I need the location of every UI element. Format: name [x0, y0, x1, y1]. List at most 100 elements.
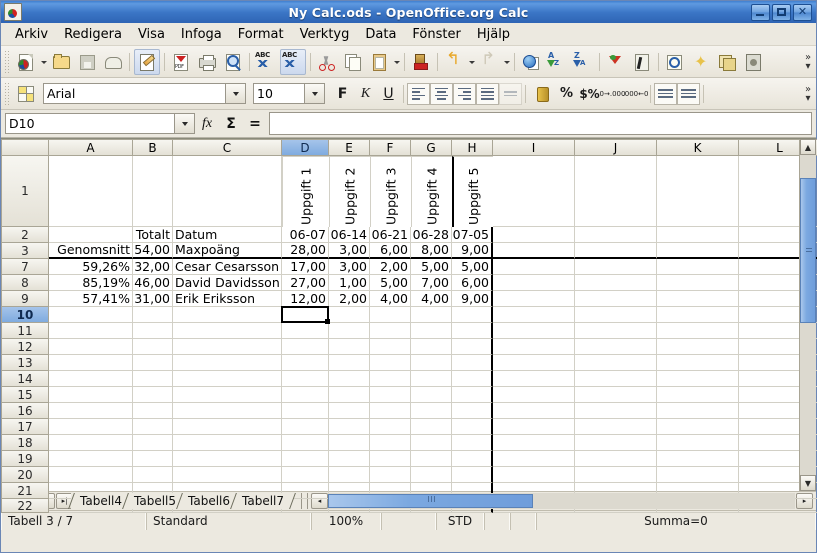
merge-cells-button[interactable] — [499, 82, 522, 105]
row-header-13[interactable]: 13 — [1, 355, 49, 371]
cell-K20[interactable] — [657, 467, 739, 483]
font-size-input[interactable] — [254, 84, 304, 103]
edit-file-icon[interactable] — [134, 48, 160, 75]
row-header-1[interactable]: 1 — [1, 156, 49, 227]
cell-K14[interactable] — [657, 371, 739, 387]
cell-I9[interactable] — [493, 291, 575, 307]
cell-B10[interactable] — [133, 307, 173, 323]
maximize-button[interactable] — [772, 3, 791, 21]
cell-G12[interactable] — [411, 339, 452, 355]
cell-K8[interactable] — [657, 275, 739, 291]
redo-icon[interactable] — [477, 50, 501, 74]
cell-A14[interactable] — [49, 371, 133, 387]
cell-J13[interactable] — [575, 355, 657, 371]
cell-D3[interactable]: 28,00 — [282, 243, 329, 259]
cell-J9[interactable] — [575, 291, 657, 307]
cell-E1[interactable]: Uppgift 2 — [329, 156, 370, 227]
row-header-3[interactable]: 3 — [1, 243, 49, 259]
delete-decimal-button[interactable]: .000←0 — [623, 83, 649, 105]
cell-E10[interactable] — [329, 307, 370, 323]
column-header-b[interactable]: B — [133, 139, 173, 156]
cell-C17[interactable] — [173, 419, 282, 435]
bold-button[interactable]: F — [331, 83, 354, 105]
font-name-combo[interactable] — [43, 83, 226, 104]
cell-A17[interactable] — [49, 419, 133, 435]
cell-B1[interactable] — [133, 156, 173, 227]
cell-B2[interactable]: Totalt — [133, 227, 173, 243]
cell-C16[interactable] — [173, 403, 282, 419]
styles-and-formatting-icon[interactable] — [14, 82, 38, 106]
cell-D8[interactable]: 27,00 — [282, 275, 329, 291]
send-email-icon[interactable] — [101, 50, 125, 74]
cell-C15[interactable] — [173, 387, 282, 403]
menu-verktyg[interactable]: Verktyg — [292, 25, 358, 44]
cell-H14[interactable] — [452, 371, 493, 387]
cell-D9[interactable]: 12,00 — [282, 291, 329, 307]
cell-E8[interactable]: 1,00 — [329, 275, 370, 291]
cell-D10[interactable] — [282, 307, 329, 323]
cell-A10[interactable] — [49, 307, 133, 323]
cell-J16[interactable] — [575, 403, 657, 419]
underline-button[interactable]: U — [377, 83, 400, 105]
cell-I15[interactable] — [493, 387, 575, 403]
cell-C9[interactable]: Erik Eriksson — [173, 291, 282, 307]
cell-H1[interactable]: Uppgift 5 — [452, 156, 493, 227]
row-header-15[interactable]: 15 — [1, 387, 49, 403]
cell-B20[interactable] — [133, 467, 173, 483]
cell-C20[interactable] — [173, 467, 282, 483]
menu-visa[interactable]: Visa — [130, 25, 173, 44]
name-box-dropdown-icon[interactable] — [175, 113, 195, 134]
autospellcheck-icon[interactable]: ABC — [280, 48, 306, 75]
cell-K19[interactable] — [657, 451, 739, 467]
cell-I10[interactable] — [493, 307, 575, 323]
cell-J19[interactable] — [575, 451, 657, 467]
column-header-e[interactable]: E — [329, 139, 370, 156]
cell-A18[interactable] — [49, 435, 133, 451]
cell-C12[interactable] — [173, 339, 282, 355]
navigator-icon[interactable] — [715, 50, 739, 74]
cell-F7[interactable]: 2,00 — [370, 259, 411, 275]
sum-icon[interactable]: Σ — [219, 116, 243, 132]
formatting-toolbar-overflow[interactable]: » ▾ — [800, 79, 816, 109]
close-button[interactable]: ✕ — [793, 3, 812, 21]
standard-toolbar-overflow[interactable]: » ▾ — [800, 47, 816, 77]
minimize-button[interactable] — [751, 3, 770, 21]
cell-I1[interactable] — [493, 156, 575, 227]
cell-H16[interactable] — [452, 403, 493, 419]
sort-ascending-icon[interactable]: AZ — [545, 50, 569, 74]
menu-redigera[interactable]: Redigera — [56, 25, 130, 44]
row-header-20[interactable]: 20 — [1, 467, 49, 483]
cell-D1[interactable]: Uppgift 1 — [282, 156, 329, 227]
cell-A12[interactable] — [49, 339, 133, 355]
cell-D7[interactable]: 17,00 — [282, 259, 329, 275]
cell-J20[interactable] — [575, 467, 657, 483]
cell-B15[interactable] — [133, 387, 173, 403]
cell-B7[interactable]: 32,00 — [133, 259, 173, 275]
cell-A1[interactable] — [49, 156, 133, 227]
percent-format-button[interactable]: % — [555, 83, 578, 105]
cell-E15[interactable] — [329, 387, 370, 403]
print-file-icon[interactable] — [195, 50, 219, 74]
column-header-j[interactable]: J — [575, 139, 657, 156]
cell-H18[interactable] — [452, 435, 493, 451]
cell-A2[interactable] — [49, 227, 133, 243]
paste-dropdown-icon[interactable] — [392, 52, 401, 72]
cell-B16[interactable] — [133, 403, 173, 419]
scroll-down-button[interactable]: ▼ — [800, 475, 816, 491]
cell-E20[interactable] — [329, 467, 370, 483]
cell-E19[interactable] — [329, 451, 370, 467]
cell-B14[interactable] — [133, 371, 173, 387]
cell-I7[interactable] — [493, 259, 575, 275]
cell-G13[interactable] — [411, 355, 452, 371]
find-replace-icon[interactable] — [663, 50, 687, 74]
cell-C10[interactable] — [173, 307, 282, 323]
cell-E11[interactable] — [329, 323, 370, 339]
cell-D17[interactable] — [282, 419, 329, 435]
cell-H8[interactable]: 6,00 — [452, 275, 493, 291]
vertical-scrollbar[interactable]: ▲ ▼ — [799, 139, 816, 491]
cell-E13[interactable] — [329, 355, 370, 371]
cell-A9[interactable]: 57,41% — [49, 291, 133, 307]
cell-J8[interactable] — [575, 275, 657, 291]
undo-icon[interactable] — [442, 50, 466, 74]
cell-C7[interactable]: Cesar Cesarsson — [173, 259, 282, 275]
